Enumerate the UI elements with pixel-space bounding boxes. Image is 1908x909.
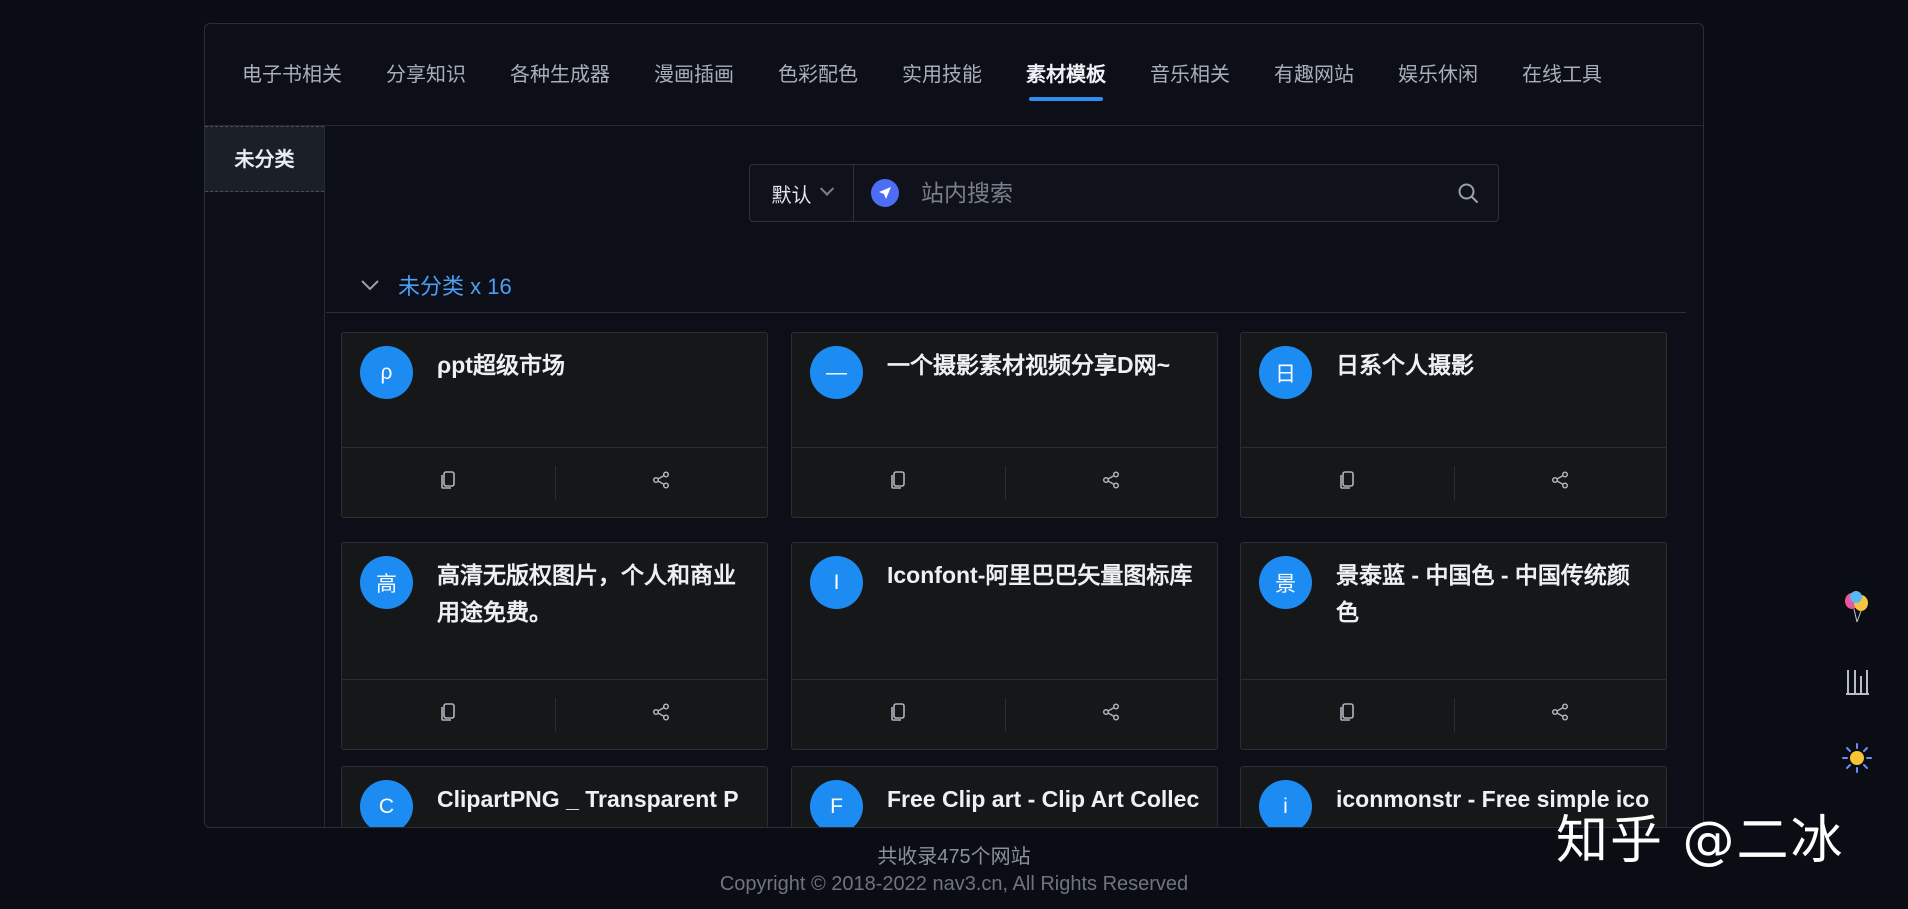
search-icon (1458, 183, 1478, 203)
main-panel: 电子书相关 分享知识 各种生成器 漫画插画 色彩配色 实用技能 素材模板 音乐相关 有趣网站 娱乐… (204, 23, 1704, 828)
site-avatar: — (810, 346, 863, 399)
share-button[interactable] (1004, 680, 1218, 749)
site-title[interactable]: 高清无版权图片，个人和商业用途免费。 (437, 557, 753, 631)
site-card[interactable]: 景景泰蓝 - 中国色 - 中国传统颜色 (1240, 542, 1667, 750)
card-actions (1241, 679, 1666, 749)
share-button[interactable] (1453, 448, 1667, 517)
tab-3[interactable]: 各种生成器 (510, 24, 610, 126)
section-header: 未分类 x 16 (326, 258, 1686, 313)
section-title: 未分类 x 16 (398, 274, 512, 299)
copy-button[interactable] (792, 680, 1005, 749)
share-icon (1551, 471, 1569, 494)
category-nav: 电子书相关 分享知识 各种生成器 漫画插画 色彩配色 实用技能 素材模板 音乐相关 有趣网站 娱乐… (205, 24, 1703, 126)
bookmark-icon[interactable] (1840, 665, 1874, 699)
copy-button[interactable] (342, 448, 555, 517)
location-arrow-icon (871, 179, 899, 207)
share-icon (1102, 471, 1120, 494)
copy-button[interactable] (792, 448, 1005, 517)
tab-10[interactable]: 娱乐休闲 (1398, 24, 1478, 126)
sun-icon[interactable] (1840, 741, 1874, 775)
watermark: 知乎 @二冰 (1556, 811, 1845, 871)
site-card[interactable]: C ClipartPNG _ Transparent P (341, 766, 768, 827)
site-card[interactable]: F Free Clip art - Clip Art Collec (791, 766, 1218, 827)
content-area: 默认 未分类 x 16 ρ ρpt超级市场 — 一个摄影素材视频分享D网~ 日日系个人摄… (326, 126, 1703, 827)
card-actions (342, 679, 767, 749)
copyright: Copyright © 2018-2022 nav3.cn, All Right… (719, 873, 1189, 895)
site-avatar: i (1259, 780, 1312, 827)
copy-icon (889, 470, 907, 495)
copy-icon (1338, 470, 1356, 495)
copy-icon (439, 470, 457, 495)
site-avatar: F (810, 780, 863, 827)
site-title[interactable]: 日系个人摄影 (1336, 347, 1652, 384)
site-title[interactable]: 一个摄影素材视频分享D网~ (887, 347, 1203, 384)
share-button[interactable] (1453, 680, 1667, 749)
tab-9[interactable]: 有趣网站 (1274, 24, 1354, 126)
tab-6[interactable]: 实用技能 (902, 24, 982, 126)
site-title[interactable]: ρpt超级市场 (437, 347, 753, 384)
sidebar-item-uncategorized[interactable]: 未分类 (205, 126, 324, 192)
site-title[interactable]: 景泰蓝 - 中国色 - 中国传统颜色 (1336, 557, 1652, 631)
share-icon (652, 471, 670, 494)
site-card[interactable]: I Iconfont-阿里巴巴矢量图标库 (791, 542, 1218, 750)
card-actions (342, 447, 767, 517)
share-button[interactable] (554, 680, 768, 749)
share-button[interactable] (554, 448, 768, 517)
site-card[interactable]: 日日系个人摄影 (1240, 332, 1667, 518)
site-title[interactable]: ClipartPNG _ Transparent P (437, 781, 753, 818)
site-title[interactable]: Free Clip art - Clip Art Collec (887, 781, 1203, 818)
card-actions (792, 447, 1217, 517)
search-engine-label: 默认 (771, 184, 812, 207)
tab-8[interactable]: 音乐相关 (1150, 24, 1230, 126)
card-actions (1241, 447, 1666, 517)
tab-4[interactable]: 漫画插画 (654, 24, 734, 126)
sidebar: 未分类 (205, 126, 325, 827)
share-icon (1551, 703, 1569, 726)
tab-1[interactable]: 电子书相关 (242, 24, 342, 126)
chevron-down-icon (819, 181, 834, 196)
site-card[interactable]: 高高清无版权图片，个人和商业用途免费。 (341, 542, 768, 750)
chevron-down-icon[interactable] (358, 273, 382, 297)
site-avatar: 景 (1259, 556, 1312, 609)
site-avatar: 高 (360, 556, 413, 609)
search-bar: 默认 (749, 164, 1499, 222)
site-title[interactable]: Iconfont-阿里巴巴矢量图标库 (887, 557, 1203, 594)
share-icon (1102, 703, 1120, 726)
share-icon (652, 703, 670, 726)
tab-5[interactable]: 色彩配色 (778, 24, 858, 126)
copy-button[interactable] (1241, 448, 1454, 517)
tab-2[interactable]: 分享知识 (386, 24, 466, 126)
balloon-icon[interactable] (1840, 590, 1874, 624)
copy-button[interactable] (1241, 680, 1454, 749)
copy-icon (1338, 702, 1356, 727)
tab-11[interactable]: 在线工具 (1522, 24, 1602, 126)
site-card[interactable]: — 一个摄影素材视频分享D网~ (791, 332, 1218, 518)
search-button[interactable] (1438, 165, 1498, 221)
copy-icon (439, 702, 457, 727)
copy-button[interactable] (342, 680, 555, 749)
site-avatar: I (810, 556, 863, 609)
copy-icon (889, 702, 907, 727)
search-input[interactable] (899, 165, 1438, 221)
site-avatar: C (360, 780, 413, 827)
site-avatar: ρ (360, 346, 413, 399)
share-button[interactable] (1004, 448, 1218, 517)
search-engine-select[interactable]: 默认 (750, 165, 854, 221)
site-card[interactable]: ρ ρpt超级市场 (341, 332, 768, 518)
card-actions (792, 679, 1217, 749)
tab-7[interactable]: 素材模板 (1026, 24, 1106, 126)
site-avatar: 日 (1259, 346, 1312, 399)
